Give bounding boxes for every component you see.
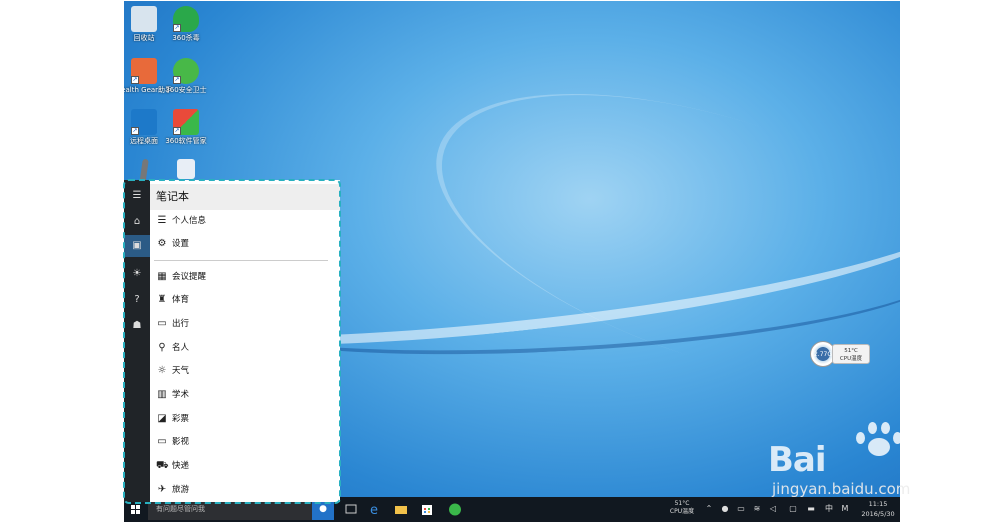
clock[interactable]: 11:15 2016/5/30 — [856, 499, 900, 519]
desktop-icon-app[interactable] — [156, 159, 216, 179]
ime-mode[interactable]: M — [840, 504, 850, 514]
cpu-monitor-widget[interactable]: 2.77G 51°C CPU温度 — [810, 341, 870, 367]
tray-cpu-temp[interactable]: 51°C CPU温度 — [664, 500, 700, 516]
360-tray-icon[interactable]: ● — [720, 504, 730, 514]
volume-icon[interactable]: ◁ — [768, 504, 778, 514]
cpu-temp-box: 51°C CPU温度 — [832, 344, 870, 364]
clock-time: 11:15 — [868, 500, 888, 508]
highlight-frame — [123, 179, 341, 504]
remote-desktop-icon: ↗ — [131, 109, 157, 135]
heart-icon: ↗ — [131, 58, 157, 84]
recycle-bin-icon — [131, 6, 157, 32]
desktop-icon-label: 360软件管家 — [165, 137, 207, 145]
desktop-icon-label: 360杀毒 — [172, 34, 200, 42]
task-view-icon[interactable] — [342, 501, 360, 518]
desktop-icon-label: 360安全卫士 — [165, 86, 207, 94]
edge-icon[interactable]: e — [366, 501, 384, 518]
file-explorer-icon[interactable] — [392, 501, 410, 518]
action-center-icon[interactable]: ▢ — [788, 504, 798, 514]
clock-date: 2016/5/30 — [861, 510, 895, 518]
wifi-icon[interactable]: ≋ — [752, 504, 762, 514]
screenshot-stage: 回收站 ↗ 360杀毒 ↗ Health Gear助手 ↗ 360安全卫士 ↗ … — [0, 0, 1000, 525]
tray-temp-label: CPU温度 — [669, 508, 695, 515]
ime-language[interactable]: 中 — [824, 504, 834, 514]
svg-text:e: e — [370, 503, 378, 518]
cpu-temp-value: 51°C — [844, 348, 858, 354]
paw-icon — [846, 418, 906, 458]
app-icon — [177, 159, 195, 179]
watermark-suffix: 经验 — [902, 446, 929, 513]
desktop-icon-360-safe[interactable]: ↗ 360安全卫士 — [156, 58, 216, 95]
apps-icon: ↗ — [173, 109, 199, 135]
store-icon[interactable] — [418, 501, 436, 518]
watermark-brand: Bai — [768, 440, 827, 480]
shield-icon: ↗ — [173, 6, 199, 32]
baidu-jingyan-watermark: Bai 经验 jingyan.baidu.com — [768, 418, 948, 513]
chevron-up-icon[interactable]: ⌃ — [704, 504, 714, 514]
plus-icon: ↗ — [173, 58, 199, 84]
watermark-url: jingyan.baidu.com — [772, 480, 911, 498]
cpu-temp-label: CPU温度 — [839, 356, 863, 362]
battery-icon[interactable]: ▭ — [736, 504, 746, 514]
tray-temp-value: 51°C — [674, 500, 690, 507]
desktop-icon-360-antivirus[interactable]: ↗ 360杀毒 — [156, 6, 216, 43]
desktop-icon-360-software[interactable]: ↗ 360软件管家 — [156, 109, 216, 146]
360-app-icon[interactable] — [446, 501, 464, 518]
keyboard-icon[interactable]: ▬ — [806, 504, 816, 514]
